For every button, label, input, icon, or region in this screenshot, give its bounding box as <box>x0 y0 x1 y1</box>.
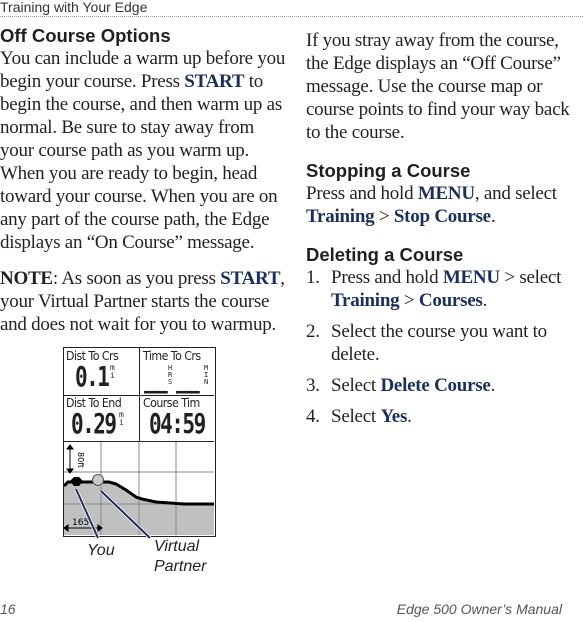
deleting-steps-list: 1. Press and hold MENU > select Training … <box>306 266 583 428</box>
step-number: 4. <box>306 406 320 427</box>
text: . <box>407 406 412 427</box>
text: Press and hold <box>306 183 418 204</box>
text: Press and hold <box>331 267 443 288</box>
step-number: 2. <box>306 321 320 342</box>
keyword-stop-course: Stop Course <box>393 206 491 227</box>
field-unit: mi <box>110 363 115 380</box>
field-unit: mi <box>119 410 124 427</box>
keyword-courses: Courses <box>418 290 483 311</box>
text: > <box>399 290 419 311</box>
keyword-menu: MENU <box>442 267 500 288</box>
field-unit-min: MIN <box>204 364 209 386</box>
text: , and select <box>474 183 557 204</box>
keyword-training: Training <box>306 206 375 227</box>
page-number: 16 <box>0 601 16 617</box>
vertical-scale <box>66 444 74 474</box>
virtual-partner-marker-icon <box>92 474 104 486</box>
list-item: 3. Select Delete Course. <box>306 374 583 397</box>
elevation-profile: 80ft 165' <box>64 442 214 535</box>
callout-virtual-partner-line2: Partner <box>154 558 207 575</box>
list-item: 1. Press and hold MENU > select Training … <box>306 266 583 312</box>
stopping-paragraph: Press and hold MENU, and select Training… <box>306 182 583 228</box>
step-number: 1. <box>306 267 320 288</box>
text: Select <box>331 375 381 396</box>
keyword-menu: MENU <box>417 183 475 204</box>
callout-virtual-partner-line1: Virtual <box>154 538 200 555</box>
text: to begin the course, and then warm up as… <box>0 71 282 253</box>
text: . <box>490 375 496 396</box>
note-label: NOTE <box>0 268 53 289</box>
keyword-start: START <box>184 71 245 92</box>
keyword-start: START <box>220 268 281 289</box>
divider <box>139 348 140 441</box>
field-value-course-time: 04:59 <box>149 407 206 440</box>
text: . <box>490 206 496 227</box>
text: : As soon as you press <box>52 268 221 289</box>
device-screen-figure: Dist To Crs 0.1 mi Time To Crs __ HRS __… <box>63 347 216 537</box>
off-course-intro-paragraph: You can include a warm up before you beg… <box>0 47 290 254</box>
running-header: Training with Your Edge <box>0 0 583 17</box>
list-item: 4. Select Yes. <box>306 405 583 428</box>
field-value-dist-to-end: 0.29 <box>71 407 117 440</box>
manual-title: Edge 500 Owner’s Manual <box>396 601 562 617</box>
section-title-off-course-options: Off Course Options <box>0 25 171 46</box>
horizontal-scale-label: 165' <box>72 518 92 528</box>
step-number: 3. <box>306 375 320 396</box>
text: Select <box>331 406 381 427</box>
keyword-delete-course: Delete Course <box>380 375 491 396</box>
field-value-time-hrs: __ <box>144 361 168 394</box>
text: Select the course you want to delete. <box>331 321 547 365</box>
vertical-scale-label: 80ft <box>76 452 85 468</box>
text: . <box>482 290 488 311</box>
keyword-training: Training <box>331 290 400 311</box>
text: > select <box>499 267 562 288</box>
text: > <box>374 206 394 227</box>
keyword-yes: Yes <box>380 406 408 427</box>
section-title-stopping-a-course: Stopping a Course <box>306 160 471 181</box>
field-unit-hrs: HRS <box>168 364 173 386</box>
left-column: Off Course Options You can include a war… <box>0 25 290 336</box>
note-paragraph: NOTE: As soon as you press START, your V… <box>0 267 290 336</box>
section-title-deleting-a-course: Deleting a Course <box>306 244 464 265</box>
off-course-paragraph: If you stray away from the course, the E… <box>306 30 570 143</box>
right-column: If you stray away from the course, the E… <box>306 29 583 436</box>
list-item: 2. Select the course you want to delete. <box>306 320 583 366</box>
field-value-dist-to-crs: 0.1 <box>75 360 110 393</box>
callout-you: You <box>87 542 115 559</box>
field-value-time-min: __ <box>176 361 200 394</box>
